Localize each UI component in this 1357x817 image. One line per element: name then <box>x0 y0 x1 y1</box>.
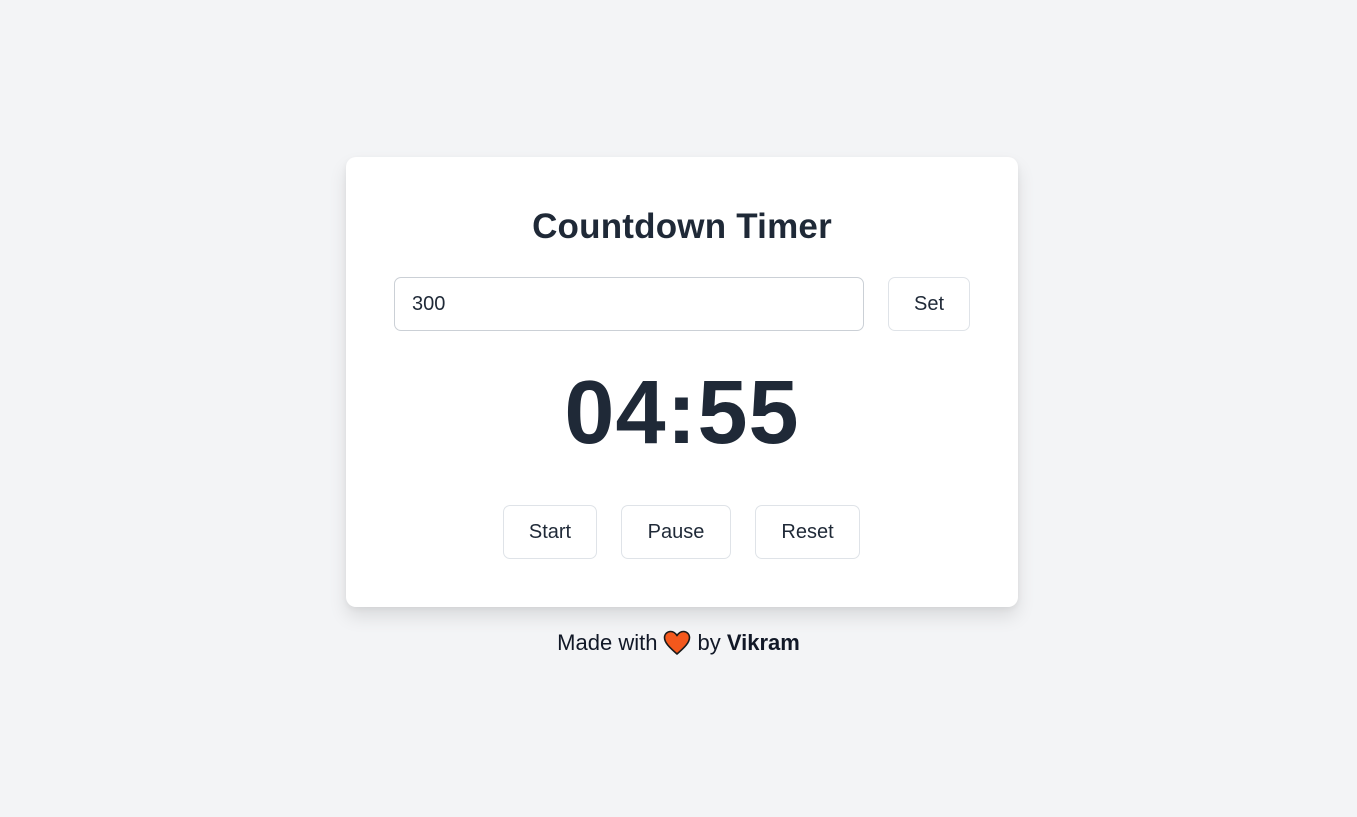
footer-author: Vikram <box>726 630 800 655</box>
start-button[interactable]: Start <box>503 505 597 559</box>
page-title: Countdown Timer <box>532 207 832 246</box>
footer: Made with by Vikram <box>0 628 1357 658</box>
reset-button[interactable]: Reset <box>755 505 860 559</box>
timer-card: Countdown Timer Set 04:55 Start Pause Re… <box>346 157 1018 607</box>
seconds-input[interactable] <box>394 277 864 331</box>
heart-icon <box>663 630 691 656</box>
timer-controls: Start Pause Reset <box>346 505 1018 559</box>
time-display: 04:55 <box>564 363 800 463</box>
footer-by: by <box>697 630 721 655</box>
pause-button[interactable]: Pause <box>621 505 731 559</box>
set-button[interactable]: Set <box>888 277 970 331</box>
input-row: Set <box>394 277 970 331</box>
footer-made-with: Made with <box>557 630 658 655</box>
